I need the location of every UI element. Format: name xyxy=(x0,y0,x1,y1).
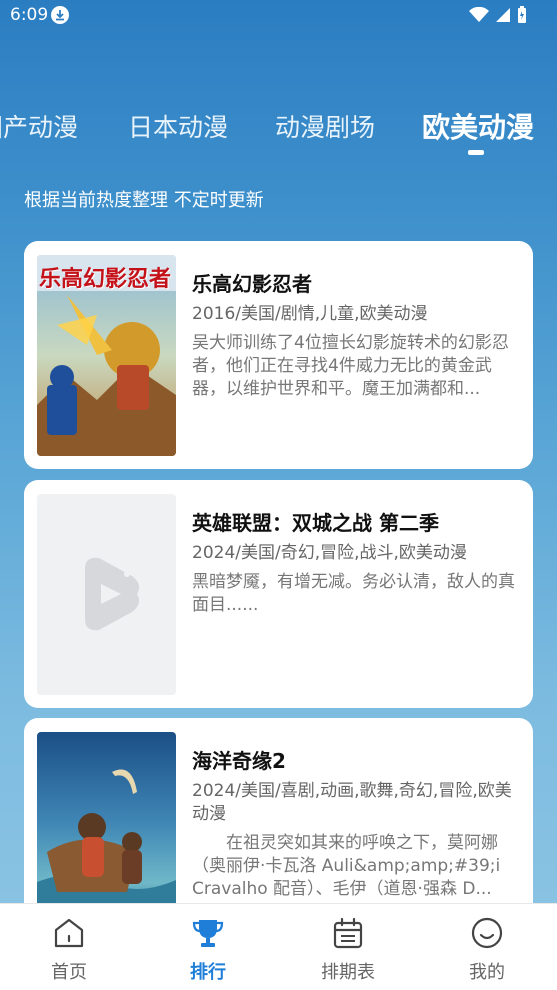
poster-image: 乐高幻影忍者 xyxy=(37,255,176,456)
nav-home[interactable]: 首页 xyxy=(19,916,119,984)
status-bar: 6:09 xyxy=(0,0,557,32)
list-subtitle: 根据当前热度整理 不定时更新 xyxy=(24,190,264,211)
item-meta: 2024/美国/喜剧,动画,歌舞,奇幻,冒险,欧美动漫 xyxy=(192,781,512,824)
tab-japanese-anime[interactable]: 日本动漫 xyxy=(128,108,228,144)
signal-icon xyxy=(496,8,510,22)
item-info: 英雄联盟：双城之战 第二季 2024/美国/奇幻,冒险,战斗,欧美动漫 黑暗梦魇… xyxy=(192,508,522,617)
item-info: 海洋奇缘2 2024/美国/喜剧,动画,歌舞,奇幻,冒险,欧美动漫 在祖灵突如其… xyxy=(192,746,522,901)
nav-profile[interactable]: 我的 xyxy=(437,916,537,984)
tab-western-anime[interactable]: 欧美动漫 xyxy=(422,106,534,146)
poster-title-text: 乐高幻影忍者 xyxy=(39,267,172,292)
battery-icon xyxy=(518,6,526,23)
item-description: 黑暗梦魇，有增无减。务必认清，敌人的真面目...... xyxy=(192,572,515,615)
item-meta: 2024/美国/奇幻,冒险,战斗,欧美动漫 xyxy=(192,543,467,563)
tab-anime-theater[interactable]: 动漫剧场 xyxy=(275,108,375,144)
item-title[interactable]: 英雄联盟：双城之战 第二季 xyxy=(192,508,522,538)
item-info: 乐高幻影忍者 2016/美国/剧情,儿童,欧美动漫 吴大师训练了4位擅长幻影旋转… xyxy=(192,269,522,401)
bottom-nav: 首页 排行 排期表 我的 xyxy=(0,903,557,990)
poster-image xyxy=(37,732,176,903)
nav-ranking-label: 排行 xyxy=(190,962,226,983)
calendar-icon xyxy=(333,917,363,949)
ranking-list[interactable]: 乐高幻影忍者 乐高幻影忍者 2016/美国/剧情,儿童,欧美动漫 吴大师训练了4… xyxy=(24,241,533,903)
tab-indicator xyxy=(468,150,484,155)
tab-domestic-anime[interactable]: 国产动漫 xyxy=(0,108,78,144)
nav-schedule-label: 排期表 xyxy=(321,962,375,983)
list-item[interactable]: 乐高幻影忍者 乐高幻影忍者 2016/美国/剧情,儿童,欧美动漫 吴大师训练了4… xyxy=(24,241,533,469)
nav-schedule[interactable]: 排期表 xyxy=(298,916,398,984)
status-time: 6:09 xyxy=(10,5,49,25)
play-placeholder-icon xyxy=(85,557,140,631)
nav-home-label: 首页 xyxy=(51,962,87,983)
download-icon xyxy=(51,6,69,24)
item-meta: 2016/美国/剧情,儿童,欧美动漫 xyxy=(192,304,428,324)
status-icons xyxy=(469,6,527,24)
item-description: 吴大师训练了4位擅长幻影旋转术的幻影忍者，他们正在寻找4件威力无比的黄金武器，以… xyxy=(192,333,509,399)
nav-ranking[interactable]: 排行 xyxy=(158,916,258,984)
list-item[interactable]: 英雄联盟：双城之战 第二季 2024/美国/奇幻,冒险,战斗,欧美动漫 黑暗梦魇… xyxy=(24,480,533,708)
wifi-icon xyxy=(469,7,489,22)
item-title[interactable]: 乐高幻影忍者 xyxy=(192,269,522,299)
nav-profile-label: 我的 xyxy=(469,962,505,983)
trophy-icon xyxy=(192,920,224,947)
poster-placeholder xyxy=(37,494,176,695)
list-item[interactable]: 海洋奇缘2 2024/美国/喜剧,动画,歌舞,奇幻,冒险,欧美动漫 在祖灵突如其… xyxy=(24,718,533,903)
item-description: 在祖灵突如其来的呼唤之下，莫阿娜（奥丽伊·卡瓦洛 Auli&amp;amp;#3… xyxy=(192,833,501,899)
item-title[interactable]: 海洋奇缘2 xyxy=(192,746,522,776)
smiley-icon xyxy=(471,917,503,949)
home-icon xyxy=(54,918,84,948)
